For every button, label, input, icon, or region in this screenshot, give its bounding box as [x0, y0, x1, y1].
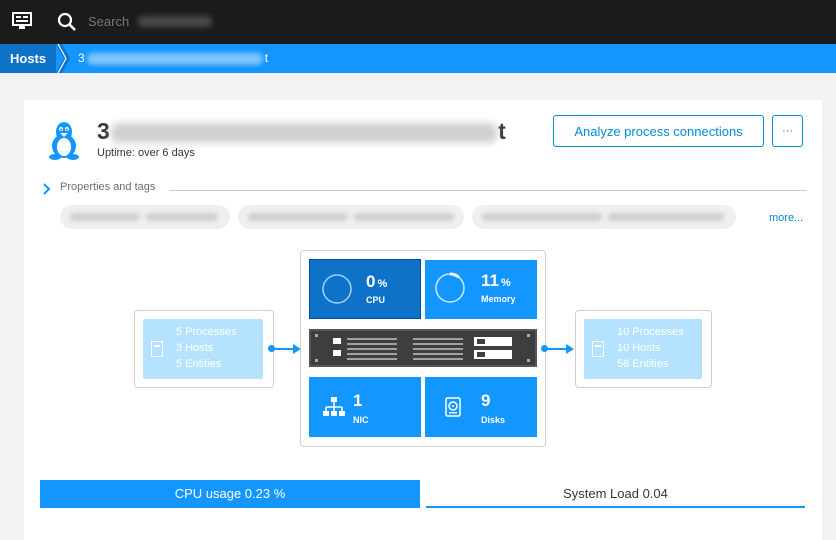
search-context-redacted [138, 16, 212, 27]
memory-number: 11 [481, 271, 499, 290]
disks-value: 9 [481, 391, 491, 410]
network-icon [323, 397, 345, 416]
top-navigation-bar: Search [0, 0, 836, 44]
callees-processes: 10 Processes [617, 326, 684, 338]
host-resources-box: 0% CPU 11% Memory 1 NIC 9 Disks [300, 250, 546, 447]
redacted-tag [238, 205, 464, 229]
breadcrumb-hosts[interactable]: Hosts [0, 44, 56, 73]
memory-gauge-icon [434, 272, 466, 304]
callers-tile-body: 5 Processes 3 Hosts 5 Entities [143, 319, 263, 379]
host-uptime: Uptime: over 6 days [97, 147, 195, 159]
breadcrumb-host-suffix: t [264, 51, 269, 65]
tab-cpu-usage[interactable]: CPU usage 0.23 % [40, 480, 420, 508]
host-overview-card: 3t Uptime: over 6 days Analyze process c… [24, 100, 822, 540]
cpu-tile[interactable]: 0% CPU [309, 259, 421, 319]
host-title: 3t [97, 118, 506, 145]
cpu-unit: % [377, 278, 388, 290]
callers-stats: 5 Processes 3 Hosts 5 Entities [176, 324, 237, 372]
nic-value: 1 [353, 391, 363, 410]
callees-tile-body: 10 Processes 10 Hosts 58 Entities [584, 319, 702, 379]
breadcrumb: Hosts 3t [0, 44, 836, 73]
callers-hosts: 3 Hosts [176, 342, 214, 354]
gauge-track [322, 274, 352, 304]
disks-label: Disks [481, 415, 506, 425]
disk-icon [445, 397, 461, 417]
breadcrumb-current-host: 3t [78, 44, 268, 73]
breadcrumb-host-prefix: 3 [78, 51, 85, 65]
connector-line [272, 348, 294, 350]
properties-and-tags-toggle[interactable]: Properties and tags [60, 181, 155, 193]
callees-entities: 58 Entities [617, 358, 669, 370]
callers-processes: 5 Processes [176, 326, 237, 338]
callees-hosts: 10 Hosts [617, 342, 661, 354]
host-name-prefix: 3 [97, 118, 111, 144]
callees-tile[interactable]: 10 Processes 10 Hosts 58 Entities [575, 310, 712, 388]
properties-more-link[interactable]: more... [769, 212, 803, 224]
redacted-tag [472, 205, 736, 229]
redacted-tag [60, 205, 230, 229]
host-name-suffix: t [498, 118, 507, 144]
arrow-right-icon [566, 344, 574, 354]
tab-system-load[interactable]: System Load 0.04 [426, 480, 805, 508]
disks-tile[interactable]: 9 Disks [425, 377, 537, 437]
analyze-process-connections-button[interactable]: Analyze process connections [553, 115, 764, 147]
memory-label: Memory [481, 294, 516, 304]
memory-tile[interactable]: 11% Memory [425, 260, 537, 319]
redacted-hostname [86, 52, 263, 65]
process-icon [151, 341, 163, 362]
callers-entities: 5 Entities [176, 358, 222, 370]
nic-label: NIC [353, 415, 369, 425]
callers-tile[interactable]: 5 Processes 3 Hosts 5 Entities [134, 310, 274, 388]
cpu-number: 0 [366, 272, 376, 291]
gauge-track [435, 273, 465, 303]
redacted-hostname [111, 122, 498, 143]
monitor-icon[interactable] [12, 12, 32, 35]
search-icon[interactable] [57, 12, 77, 37]
linux-tux-icon [46, 120, 82, 165]
callees-stats: 10 Processes 10 Hosts 58 Entities [617, 324, 684, 372]
nic-tile[interactable]: 1 NIC [309, 377, 421, 437]
more-actions-button[interactable]: ··· [772, 115, 803, 147]
server-icon [315, 334, 530, 362]
connector-line [545, 348, 567, 350]
server-graphic [309, 329, 537, 367]
search-input[interactable]: Search [88, 14, 129, 29]
memory-value: 11% [481, 271, 511, 291]
chevron-right-icon[interactable] [42, 182, 52, 200]
memory-unit: % [500, 277, 511, 289]
cpu-value: 0% [366, 272, 387, 292]
process-icon [592, 341, 604, 362]
cpu-gauge-icon [322, 274, 352, 304]
breadcrumb-separator-icon [56, 44, 70, 73]
divider [169, 190, 807, 191]
cpu-label: CPU [366, 295, 386, 305]
